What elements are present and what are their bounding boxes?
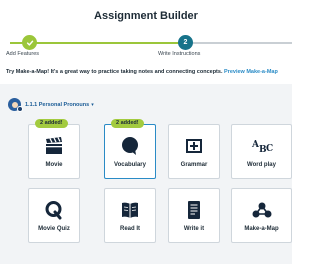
- added-badge-movie: 2 added!: [35, 119, 68, 128]
- topic-label: 1.1.1 Personal Pronouns: [25, 101, 90, 108]
- feature-card-vocabulary[interactable]: Vocabulary: [104, 124, 156, 179]
- feature-card-movie-quiz[interactable]: Movie Quiz: [28, 188, 80, 243]
- document-icon: [169, 199, 219, 221]
- svg-text:C: C: [266, 144, 273, 154]
- feature-card-make-a-map[interactable]: Make-a-Map: [231, 188, 292, 243]
- avatar: [8, 98, 23, 112]
- check-icon: [26, 40, 33, 46]
- feature-card-write-it[interactable]: Write it: [168, 188, 220, 243]
- caret-down-icon: ▾: [91, 101, 94, 108]
- feature-card-read-it[interactable]: Read It: [104, 188, 156, 243]
- feature-label: Word play: [247, 162, 276, 168]
- feature-card-movie[interactable]: Movie: [28, 124, 80, 179]
- feature-card-grammar[interactable]: Grammar: [168, 124, 220, 179]
- make-a-map-promo: Try Make-a-Map! It's a great way to prac…: [6, 68, 288, 77]
- abc-icon: A B C: [232, 135, 291, 157]
- preview-make-a-map-link[interactable]: Preview Make-a-Map: [224, 69, 278, 75]
- speech-bubble-icon: [105, 135, 155, 157]
- added-badge-vocabulary: 2 added!: [111, 119, 144, 128]
- clapperboard-icon: [29, 135, 79, 157]
- book-icon: [105, 199, 155, 221]
- step-label-add-features: Add Features: [6, 51, 40, 57]
- topic-selector[interactable]: 1.1.1 Personal Pronouns ▾: [8, 98, 94, 112]
- feature-label: Make-a-Map: [244, 226, 279, 232]
- feature-label: Vocabulary: [114, 162, 146, 168]
- step-progress: Add Features 2 Write Instructions Try Ma…: [0, 30, 292, 84]
- feature-label: Movie: [45, 162, 63, 168]
- concept-map-icon: [232, 199, 291, 221]
- step-add-features[interactable]: [22, 35, 37, 50]
- feature-label: Grammar: [180, 162, 208, 168]
- promo-text: Try Make-a-Map! It's a great way to prac…: [6, 69, 223, 75]
- feature-label: Read It: [119, 226, 140, 232]
- quiz-q-icon: [29, 199, 79, 221]
- page-title: Assignment Builder: [94, 10, 198, 22]
- grammar-icon: [169, 135, 219, 157]
- progress-line-remaining: [186, 42, 292, 44]
- feature-card-word-play[interactable]: A B C Word play: [231, 124, 292, 179]
- step-write-instructions[interactable]: 2: [178, 35, 193, 50]
- feature-label: Movie Quiz: [38, 226, 70, 232]
- feature-label: Write it: [183, 226, 205, 232]
- step-label-write-instructions: Write Instructions: [158, 51, 201, 57]
